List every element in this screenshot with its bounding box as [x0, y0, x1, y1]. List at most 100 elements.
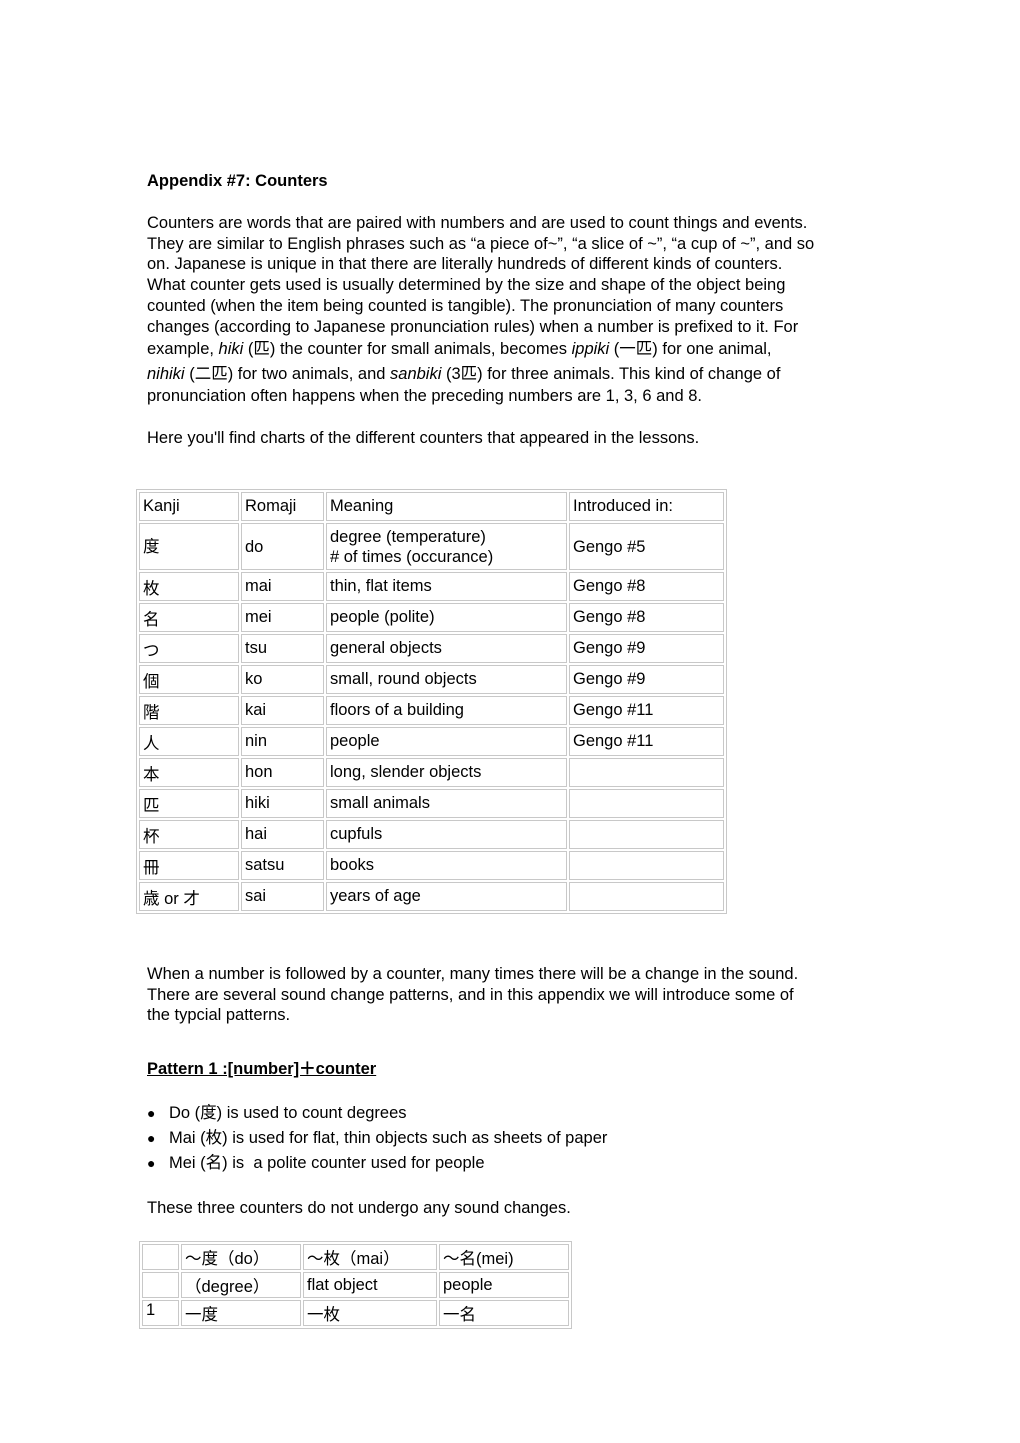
- header-do: ～度（do）: [181, 1244, 301, 1270]
- lesson-cell: Gengo #8: [569, 572, 724, 601]
- header-romaji: Romaji: [241, 492, 324, 521]
- text: (二匹) for two animals, and: [184, 364, 391, 383]
- charts-note: Here you'll find charts of the different…: [147, 429, 700, 447]
- meaning-line: degree (temperature): [330, 527, 486, 546]
- table-row: 1 一度 一枚 一名: [142, 1300, 569, 1326]
- table-row: 杯 hai cupfuls: [139, 820, 724, 849]
- table-row: 匹 hiki small animals: [139, 789, 724, 818]
- meaning-cell: small, round objects: [326, 665, 567, 694]
- romaji-cell: sai: [241, 882, 324, 911]
- number-header-cell: [142, 1244, 179, 1270]
- table-row: つ tsu general objects Gengo #9: [139, 634, 724, 663]
- meaning-cell: degree (temperature) # of times (occuranc…: [326, 523, 567, 570]
- table-row: 名 mei people (polite) Gengo #8: [139, 603, 724, 632]
- table-row: 個 ko small, round objects Gengo #9: [139, 665, 724, 694]
- romaji-cell: tsu: [241, 634, 324, 663]
- lesson-cell: Gengo #8: [569, 603, 724, 632]
- romaji-cell: ko: [241, 665, 324, 694]
- text: example,: [147, 340, 219, 359]
- lesson-cell: [569, 789, 724, 818]
- bullet-icon: ●: [147, 1105, 156, 1121]
- lesson-cell: Gengo #11: [569, 696, 724, 725]
- meaning-cell: small animals: [326, 789, 567, 818]
- intro-line: changes (according to Japanese pronuncia…: [147, 317, 799, 336]
- mei-cell: 一名: [439, 1300, 569, 1326]
- meaning-cell: floors of a building: [326, 696, 567, 725]
- lesson-cell: [569, 882, 724, 911]
- bullet-icon: ●: [147, 1130, 156, 1146]
- pattern-1-heading: Pattern 1 :[number]＋counter: [147, 1060, 377, 1078]
- romaji-term: nihiki: [147, 364, 185, 383]
- meaning-cell: cupfuls: [326, 820, 567, 849]
- romaji-term: hiki: [218, 340, 244, 359]
- kanji-cell: 枚: [139, 572, 239, 601]
- list-item: ● Mai (枚) is used for flat, thin objects …: [147, 1128, 607, 1153]
- table-row: 本 hon long, slender objects: [139, 758, 724, 787]
- intro-line: They are similar to English phrases such…: [147, 234, 815, 253]
- romaji-cell: mei: [241, 603, 324, 632]
- text: (一匹) for one animal,: [609, 340, 772, 359]
- header-mai: ～枚（mai）: [303, 1244, 437, 1270]
- list-item-text: Do (度) is used to count degrees: [169, 1104, 407, 1122]
- lesson-cell: Gengo #5: [569, 523, 724, 570]
- kanji-cell: 匹: [139, 789, 239, 818]
- romaji-term: ippiki: [571, 340, 610, 359]
- pattern-1-table: ～度（do） ～枚（mai） ～名(mei) （degree） flat obj…: [139, 1241, 572, 1329]
- intro-line: What counter gets used is usually determ…: [147, 276, 786, 295]
- text: (3匹) for three animals. This kind of cha…: [441, 364, 781, 383]
- subheader-do: （degree）: [181, 1272, 301, 1298]
- intro-paragraph: Counters are words that are paired with …: [147, 213, 887, 407]
- number-cell: 1: [142, 1300, 179, 1326]
- header-meaning: Meaning: [326, 492, 567, 521]
- list-item: ● Do (度) is used to count degrees: [147, 1103, 607, 1128]
- do-cell: 一度: [181, 1300, 301, 1326]
- intro-example-line: example, hiki (匹) the counter for small …: [147, 337, 887, 362]
- romaji-cell: mai: [241, 572, 324, 601]
- meaning-cell: general objects: [326, 634, 567, 663]
- pattern-1-list: ● Do (度) is used to count degrees ● Mai (枚…: [147, 1103, 607, 1178]
- table-header-row: ～度（do） ～枚（mai） ～名(mei): [142, 1244, 569, 1270]
- number-subheader-cell: [142, 1272, 179, 1298]
- kanji-cell: 個: [139, 665, 239, 694]
- lesson-cell: Gengo #9: [569, 665, 724, 694]
- list-item-text: Mai (枚) is used for flat, thin objects s…: [169, 1129, 608, 1147]
- lesson-cell: [569, 851, 724, 880]
- text: (匹) the counter for small animals, becom…: [243, 340, 572, 359]
- list-item: ● Mei (名) is a polite counter used for pe…: [147, 1153, 607, 1178]
- table-row: 階 kai floors of a building Gengo #11: [139, 696, 724, 725]
- meaning-cell: thin, flat items: [326, 572, 567, 601]
- intro-line: counted (when the item being counted is …: [147, 296, 784, 315]
- meaning-cell: people: [326, 727, 567, 756]
- text-line: There are several sound change patterns,…: [147, 985, 794, 1004]
- text-line: the typcial patterns.: [147, 1006, 291, 1025]
- kanji-cell: 階: [139, 696, 239, 725]
- romaji-cell: kai: [241, 696, 324, 725]
- lesson-cell: Gengo #9: [569, 634, 724, 663]
- intro-example-line: nihiki (二匹) for two animals, and sanbiki…: [147, 362, 887, 387]
- pattern-1-note: These three counters do not undergo any …: [147, 1199, 571, 1217]
- lesson-cell: Gengo #11: [569, 727, 724, 756]
- intro-line: on. Japanese is unique in that there are…: [147, 255, 783, 274]
- table-row: 人 nin people Gengo #11: [139, 727, 724, 756]
- subheader-mei: people: [439, 1272, 569, 1298]
- romaji-cell: nin: [241, 727, 324, 756]
- romaji-term: sanbiki: [390, 364, 442, 383]
- lesson-cell: [569, 820, 724, 849]
- list-item-text: Mei (名) is a polite counter used for peo…: [169, 1154, 485, 1172]
- table-row: 歳 or 才 sai years of age: [139, 882, 724, 911]
- header-introduced: Introduced in:: [569, 492, 724, 521]
- intro-line: Counters are words that are paired with …: [147, 214, 808, 232]
- header-mei: ～名(mei): [439, 1244, 569, 1270]
- counters-table: Kanji Romaji Meaning Introduced in: 度 do…: [136, 489, 727, 914]
- meaning-cell: books: [326, 851, 567, 880]
- lesson-cell: [569, 758, 724, 787]
- mai-cell: 一枚: [303, 1300, 437, 1326]
- kanji-cell: つ: [139, 634, 239, 663]
- kanji-cell: 冊: [139, 851, 239, 880]
- table-row: 枚 mai thin, flat items Gengo #8: [139, 572, 724, 601]
- kanji-cell: 歳 or 才: [139, 882, 239, 911]
- kanji-cell: 名: [139, 603, 239, 632]
- romaji-cell: do: [241, 523, 324, 570]
- meaning-line: # of times (occurance): [330, 547, 494, 566]
- header-kanji: Kanji: [139, 492, 239, 521]
